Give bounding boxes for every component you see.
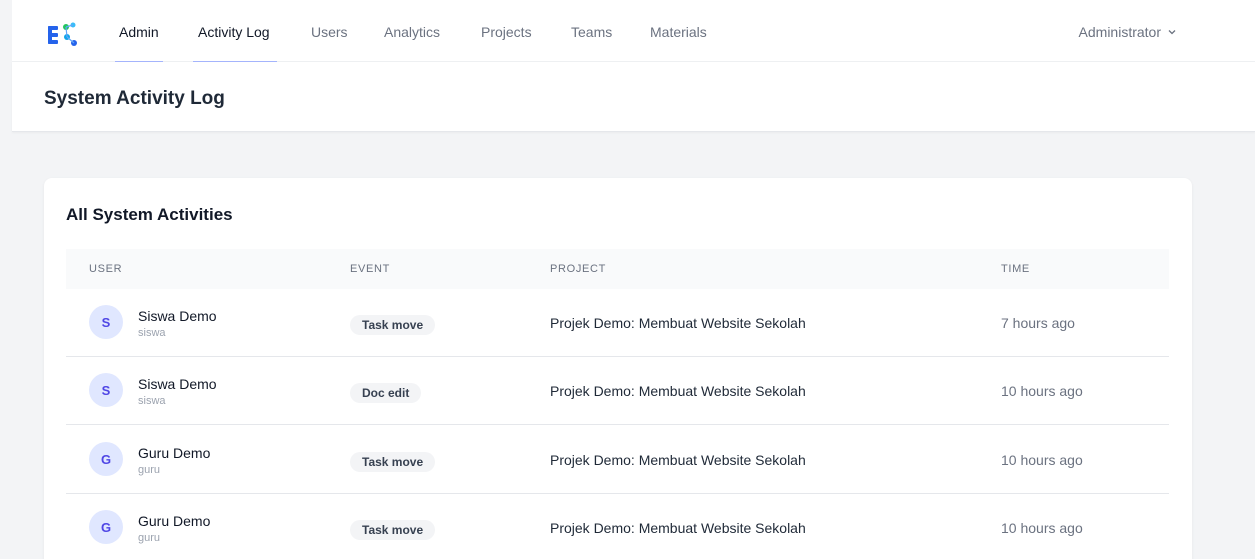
project-name: Projek Demo: Membuat Website Sekolah — [550, 452, 806, 468]
avatar: S — [89, 373, 123, 407]
nav-item-teams[interactable]: Teams — [571, 24, 612, 40]
chevron-down-icon — [1168, 30, 1176, 35]
user-username: guru — [138, 532, 161, 544]
event-badge: Task move — [350, 520, 436, 540]
user-name: Guru Demo — [138, 513, 211, 529]
nav-item-admin[interactable]: Admin — [119, 24, 159, 40]
avatar: G — [89, 510, 123, 544]
project-name: Projek Demo: Membuat Website Sekolah — [550, 383, 806, 399]
table-header: USER EVENT PROJECT TIME — [66, 249, 1169, 289]
network-logo-icon[interactable] — [46, 22, 78, 48]
nav-item-activity-log[interactable]: Activity Log — [198, 24, 270, 40]
column-header-user: USER — [89, 263, 123, 275]
user-username: siswa — [138, 327, 166, 339]
page-title: System Activity Log — [44, 88, 225, 109]
table-row: S Siswa Demo siswa Doc edit Projek Demo:… — [66, 357, 1169, 425]
page-header: System Activity Log — [12, 62, 1255, 132]
card-title: All System Activities — [66, 205, 233, 224]
activity-time: 10 hours ago — [1001, 383, 1083, 399]
user-username: siswa — [138, 395, 166, 407]
column-header-time: TIME — [1001, 263, 1030, 275]
activity-time: 7 hours ago — [1001, 315, 1075, 331]
top-navigation-bar: Admin Activity Log Users Analytics Proje… — [12, 0, 1255, 63]
event-badge: Task move — [350, 452, 436, 472]
table-row: G Guru Demo guru Task move Projek Demo: … — [66, 426, 1169, 494]
avatar: G — [89, 442, 123, 476]
nav-item-users[interactable]: Users — [311, 24, 348, 40]
user-menu-label: Administrator — [1078, 24, 1161, 40]
user-username: guru — [138, 464, 161, 476]
nav-item-projects[interactable]: Projects — [481, 24, 532, 40]
table-row: G Guru Demo guru Task move Projek Demo: … — [66, 494, 1169, 559]
nav-item-analytics[interactable]: Analytics — [384, 24, 440, 40]
event-badge: Doc edit — [350, 383, 422, 403]
activity-card: All System Activities USER EVENT PROJECT… — [44, 178, 1192, 559]
user-name: Siswa Demo — [138, 376, 217, 392]
activity-time: 10 hours ago — [1001, 452, 1083, 468]
project-name: Projek Demo: Membuat Website Sekolah — [550, 315, 806, 331]
activity-time: 10 hours ago — [1001, 520, 1083, 536]
user-menu[interactable]: Administrator — [1079, 24, 1177, 40]
table-row: S Siswa Demo siswa Task move Projek Demo… — [66, 289, 1169, 357]
avatar: S — [89, 305, 123, 339]
nav-item-materials[interactable]: Materials — [650, 24, 707, 40]
project-name: Projek Demo: Membuat Website Sekolah — [550, 520, 806, 536]
column-header-project: PROJECT — [550, 263, 606, 275]
column-header-event: EVENT — [350, 263, 390, 275]
event-badge: Task move — [350, 315, 436, 335]
user-name: Siswa Demo — [138, 308, 217, 324]
user-name: Guru Demo — [138, 445, 211, 461]
